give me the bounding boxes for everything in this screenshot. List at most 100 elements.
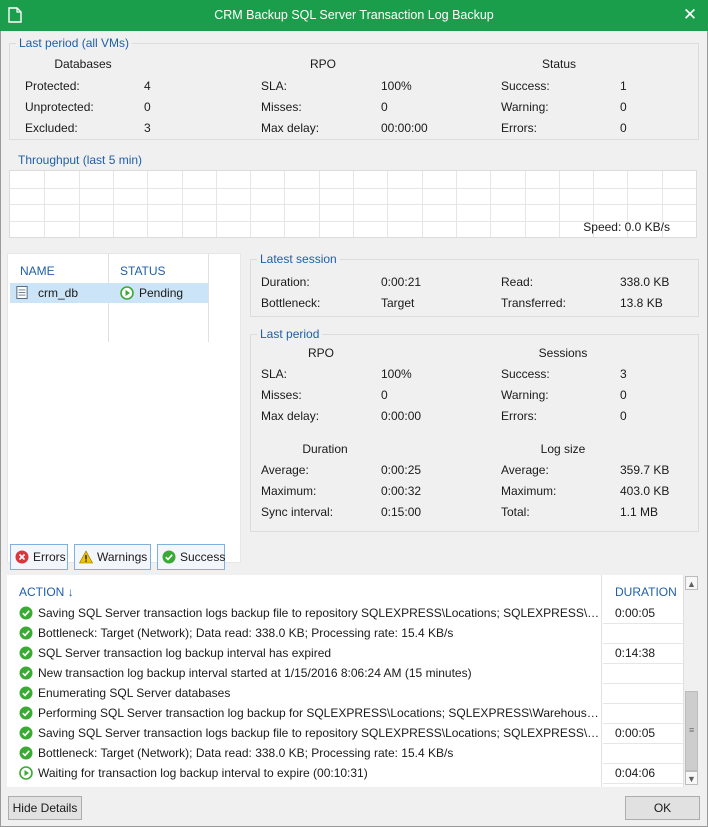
stat-value: 1 (620, 79, 627, 93)
stat-label: Total: (501, 505, 530, 519)
close-icon[interactable]: ✕ (680, 5, 700, 25)
log-row[interactable]: SQL Server transaction log backup interv… (7, 643, 683, 663)
stat-label: Unprotected: (25, 100, 94, 114)
stat-label: Average: (501, 463, 549, 477)
stat-value: 0 (381, 100, 388, 114)
log-row[interactable]: Waiting for transaction log backup inter… (7, 763, 683, 783)
stat-value: 0 (620, 409, 627, 423)
stat-value: 0 (381, 388, 388, 402)
session-value: 338.0 KB (620, 275, 670, 289)
stat-label: Errors: (501, 121, 537, 135)
running-icon (19, 766, 33, 780)
speed-readout: Speed: 0.0 KB/s (583, 220, 670, 234)
log-duration: 0:14:38 (615, 646, 656, 660)
stat-value: 4 (144, 79, 151, 93)
log-message: Bottleneck: Target (Network); Data read:… (38, 746, 454, 760)
stat-value: 0:15:00 (381, 505, 422, 519)
stat-value: 0 (144, 100, 151, 114)
log-row[interactable]: Bottleneck: Target (Network); Data read:… (7, 623, 683, 643)
log-scrollbar[interactable]: ▲ ≡ ▼ (683, 575, 699, 787)
column-header-status[interactable]: STATUS (120, 264, 166, 278)
stat-value: 0 (620, 100, 627, 114)
vm-row[interactable]: crm_db Pending (10, 283, 208, 303)
session-label: Bottleneck: (261, 296, 321, 310)
scroll-down-icon[interactable]: ▼ (685, 771, 698, 785)
log-row[interactable]: Performing SQL Server transaction log ba… (7, 703, 683, 723)
throughput-chart: Speed: 0.0 KB/s (9, 170, 697, 238)
stat-value: 100% (381, 367, 412, 381)
stat-label: Maximum: (501, 484, 557, 498)
success-icon (19, 626, 33, 640)
group-title: Latest session (257, 251, 340, 267)
stat-label: Misses: (261, 100, 302, 114)
stat-value: 0:00:32 (381, 484, 422, 498)
stat-label: Warning: (501, 100, 549, 114)
log-row[interactable]: New transaction log backup interval star… (7, 663, 683, 683)
session-label: Read: (501, 275, 534, 289)
window-title: CRM Backup SQL Server Transaction Log Ba… (214, 8, 494, 22)
action-log: ACTION ↓ DURATION Saving SQL Server tran… (7, 575, 699, 787)
success-icon (19, 606, 33, 620)
rpo-header: RPO (307, 346, 334, 360)
stat-label: Maximum: (261, 484, 317, 498)
log-message: Saving SQL Server transaction logs backu… (38, 606, 600, 620)
column-header-action[interactable]: ACTION ↓ (19, 585, 74, 599)
success-icon (19, 666, 33, 680)
vm-status: Pending (139, 286, 184, 300)
stat-label: Success: (501, 79, 550, 93)
success-icon (19, 646, 33, 660)
log-duration: 0:00:05 (615, 726, 656, 740)
log-row[interactable]: Enumerating SQL Server databases (7, 683, 683, 703)
group-title: Last period (257, 326, 323, 342)
grip-icon: ≡ (689, 725, 695, 735)
stat-value: 00:00:00 (381, 121, 428, 135)
filter-label: Errors (33, 550, 66, 564)
stat-label: Warning: (501, 388, 549, 402)
warning-icon (79, 550, 93, 564)
stat-label: Success: (501, 367, 550, 381)
session-value: 0:00:21 (381, 275, 422, 289)
stat-label: Max delay: (261, 121, 320, 135)
log-duration: 0:00:05 (615, 606, 656, 620)
success-filter-button[interactable]: Success (157, 544, 225, 570)
column-header-name[interactable]: NAME (20, 264, 55, 278)
scroll-up-icon[interactable]: ▲ (685, 576, 698, 590)
log-message: Bottleneck: Target (Network); Data read:… (38, 626, 454, 640)
stat-value: 359.7 KB (620, 463, 670, 477)
stat-value: 100% (381, 79, 412, 93)
log-message: Saving SQL Server transaction logs backu… (38, 726, 600, 740)
filter-label: Warnings (97, 550, 148, 564)
log-duration: 0:04:06 (615, 766, 656, 780)
row-divider (603, 783, 683, 784)
error-icon (15, 550, 29, 564)
column-divider (208, 254, 209, 342)
stat-label: SLA: (261, 79, 288, 93)
log-row[interactable]: Saving SQL Server transaction logs backu… (7, 603, 683, 623)
last-period-group: Last period (250, 326, 699, 532)
success-icon (162, 550, 176, 564)
scroll-thumb[interactable]: ≡ (685, 691, 698, 771)
log-row[interactable]: Bottleneck: Target (Network); Data read:… (7, 743, 683, 763)
group-title: Last period (all VMs) (16, 35, 133, 51)
ok-button[interactable]: OK (625, 796, 700, 820)
stat-label: SLA: (261, 367, 288, 381)
rpo-header: RPO (309, 57, 336, 71)
stat-label: Misses: (261, 388, 302, 402)
stat-value: 0 (620, 388, 627, 402)
stat-value: 0:00:25 (381, 463, 422, 477)
sessions-header: Sessions (538, 346, 588, 360)
errors-filter-button[interactable]: Errors (10, 544, 68, 570)
log-size-header: Log size (540, 442, 586, 456)
warnings-filter-button[interactable]: Warnings (74, 544, 151, 570)
column-header-duration[interactable]: DURATION (615, 585, 677, 599)
session-value: 13.8 KB (620, 296, 663, 310)
log-row[interactable]: Saving SQL Server transaction logs backu… (7, 723, 683, 743)
session-value: Target (381, 296, 415, 310)
group-title: Throughput (last 5 min) (15, 152, 146, 168)
stat-label: Errors: (501, 409, 537, 423)
stat-label: Max delay: (261, 409, 320, 423)
hide-details-button[interactable]: Hide Details (8, 796, 82, 820)
stat-value: 0 (620, 121, 627, 135)
stat-label: Excluded: (25, 121, 78, 135)
vm-name: crm_db (38, 286, 79, 300)
